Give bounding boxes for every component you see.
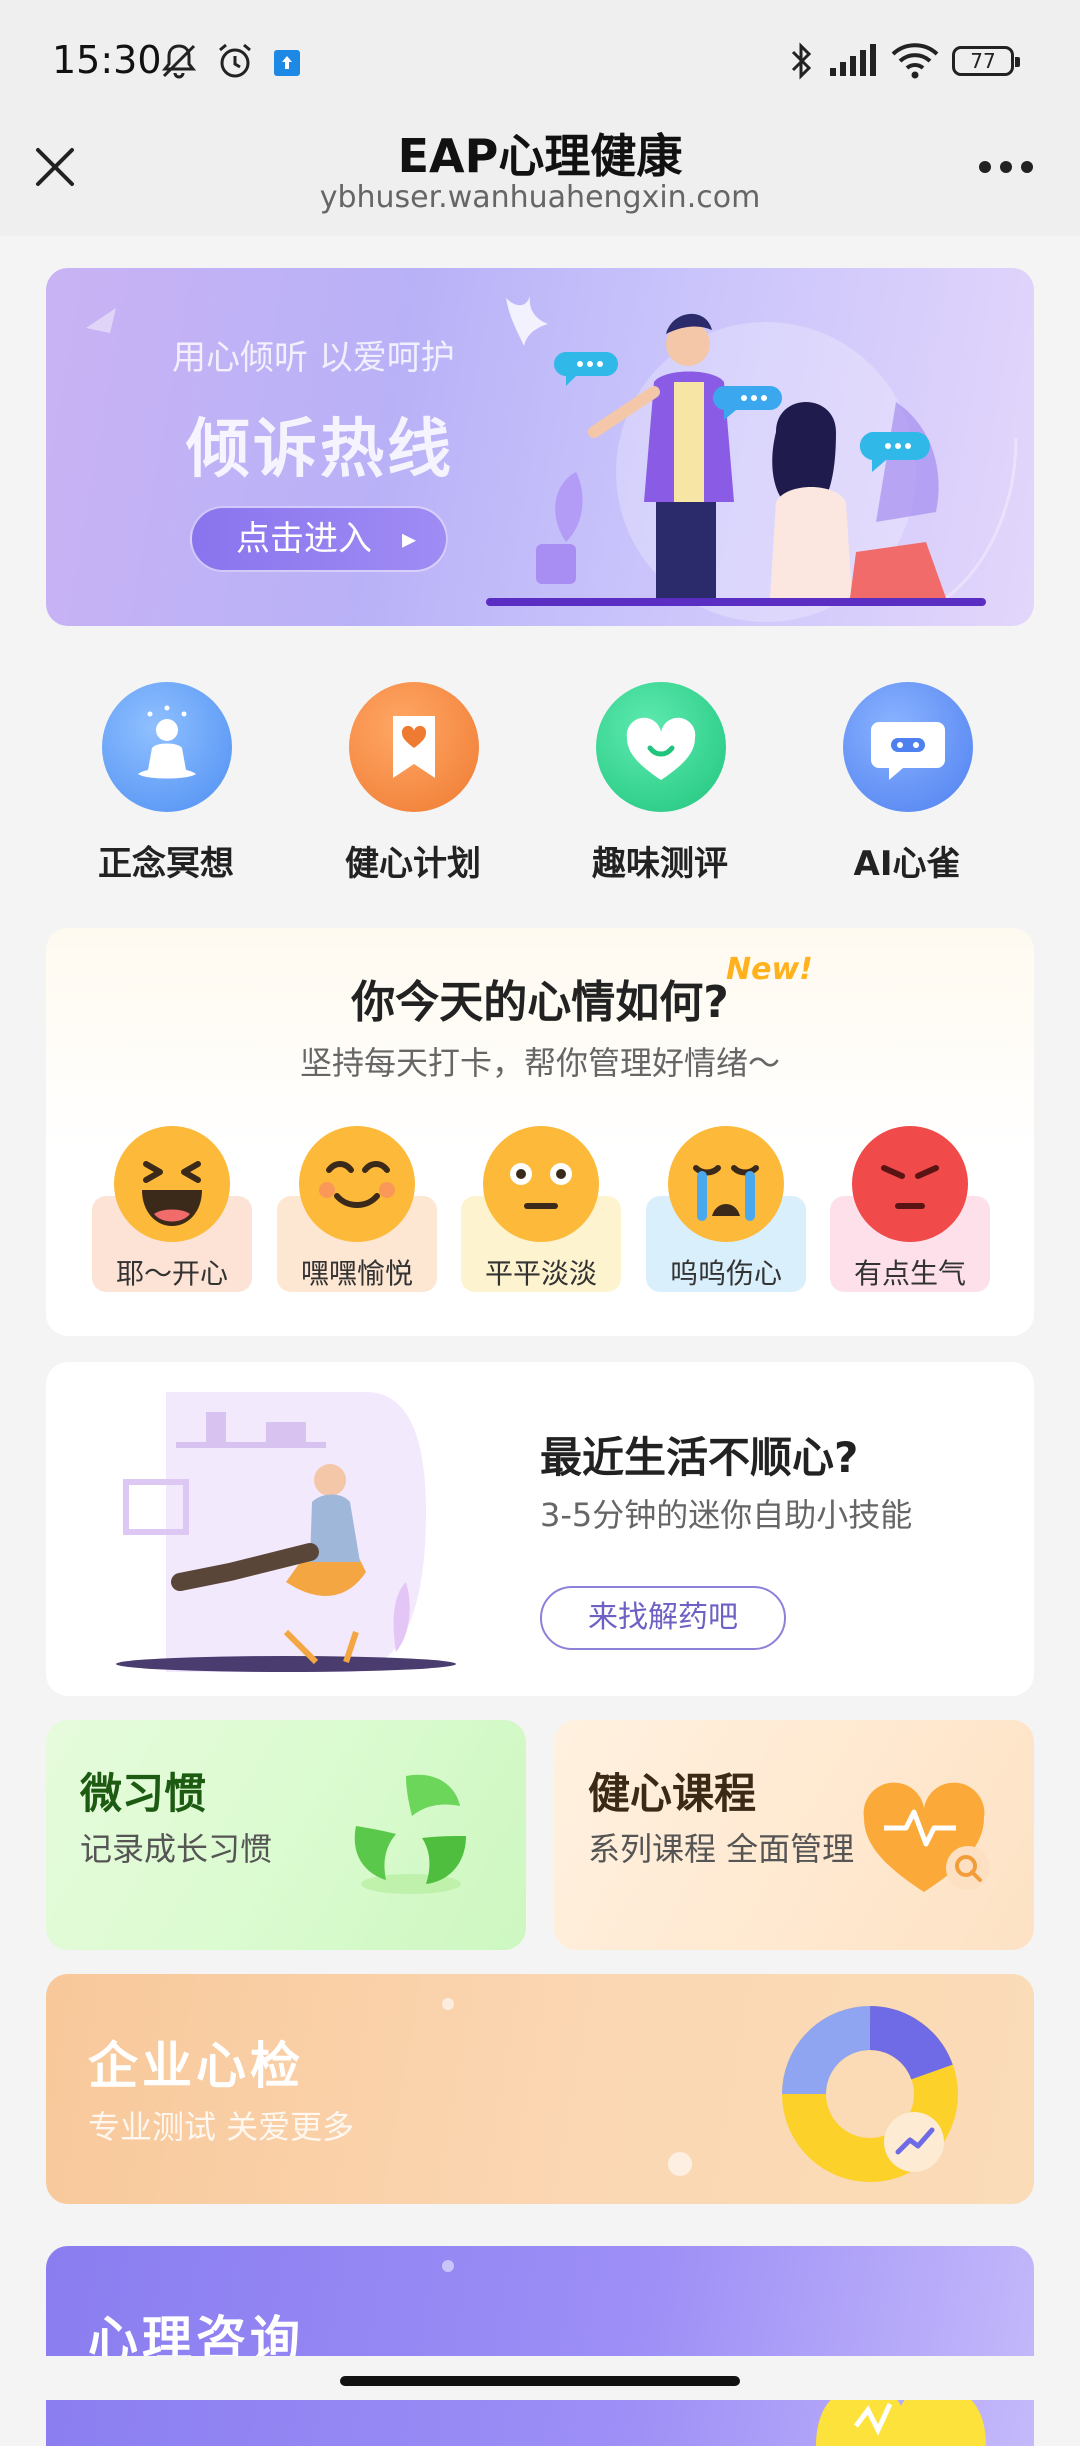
bluetooth-icon	[791, 42, 812, 80]
alarm-icon	[219, 43, 251, 78]
entry-assessment-label: 趣味测评	[592, 844, 728, 884]
angry-face-icon	[852, 1126, 968, 1242]
relaxing-person-illustration	[116, 1392, 456, 1672]
hotline-illustration	[486, 313, 986, 622]
enterprise-check-card[interactable]: 企业心检 专业测试 关爱更多	[46, 1974, 1034, 2204]
smiling-face-icon	[299, 1126, 415, 1242]
entry-plan-label: 健心计划	[345, 844, 481, 884]
counseling-card[interactable]: 心理咨询	[46, 2246, 1034, 2446]
home-indicator[interactable]	[340, 2376, 740, 2386]
laughing-face-icon	[114, 1126, 230, 1242]
mood-option-sad[interactable]: 呜呜伤心	[646, 1124, 806, 1314]
habit-subtitle: 记录成长习惯	[80, 1830, 273, 1868]
course-subtitle: 系列课程 全面管理	[588, 1830, 855, 1868]
entry-assessment[interactable]: 趣味测评	[560, 672, 760, 892]
banner-title: 倾诉热线	[186, 413, 454, 487]
bookmark-heart-icon	[349, 682, 479, 812]
more-icon[interactable]	[978, 160, 1034, 174]
entry-ai-label: AI心雀	[853, 844, 961, 884]
entry-meditation-label: 正念冥想	[98, 844, 234, 884]
entry-meditation[interactable]: 正念冥想	[66, 672, 266, 892]
mood-option-label: 嘿嘿愉悦	[300, 1257, 413, 1290]
nav-header: EAP心理健康 ybhuser.wanhuahengxin.com	[0, 120, 1080, 236]
status-time: 15:30	[52, 38, 162, 82]
heart-pulse-icon	[863, 1782, 990, 1892]
enter-button[interactable]: 点击进入 ▸	[190, 506, 448, 572]
battery-icon: 77	[952, 46, 1020, 76]
mood-option-label: 呜呜伤心	[669, 1257, 782, 1290]
mood-option-neutral[interactable]: 平平淡淡	[461, 1124, 621, 1314]
mood-option-angry[interactable]: 有点生气	[830, 1124, 990, 1314]
habit-card[interactable]: 微习惯 记录成长习惯	[46, 1720, 526, 1950]
banner-subtitle: 用心倾听 以爱呵护	[172, 338, 455, 378]
page-title: EAP心理健康	[397, 129, 683, 183]
chat-bot-icon	[843, 682, 973, 812]
self-help-title: 最近生活不顺心?	[540, 1433, 859, 1482]
enter-button-label: 点击进入	[236, 519, 372, 559]
status-bar: 15:30 77	[0, 0, 1080, 120]
course-title: 健心课程	[588, 1769, 757, 1818]
donut-chart-icon	[782, 2006, 958, 2182]
quick-entries: 正念冥想 健心计划 趣味测评 AI心雀	[46, 672, 1034, 892]
mute-icon	[161, 44, 197, 79]
hotline-banner[interactable]: 用心倾听 以爱呵护 倾诉热线 点击进入 ▸	[46, 268, 1034, 626]
mood-option-pleased[interactable]: 嘿嘿愉悦	[277, 1124, 437, 1314]
mood-option-label: 耶～开心	[115, 1257, 228, 1290]
mood-option-label: 有点生气	[853, 1257, 966, 1290]
page-url: ybhuser.wanhuahengxin.com	[319, 180, 761, 215]
neutral-face-icon	[483, 1126, 599, 1242]
chevron-right-icon: ▸	[401, 522, 416, 555]
self-help-card[interactable]: 最近生活不顺心? 3-5分钟的迷你自助小技能 来找解药吧	[46, 1362, 1034, 1696]
find-remedy-button[interactable]: 来找解药吧	[540, 1586, 786, 1650]
new-badge: New!	[726, 952, 813, 987]
mood-option-happy[interactable]: 耶～开心	[92, 1124, 252, 1314]
entry-ai[interactable]: AI心雀	[807, 672, 1007, 892]
mood-card: 你今天的心情如何? New! 坚持每天打卡，帮你管理好情绪～ 耶～开心 嘿嘿愉悦	[46, 928, 1034, 1336]
heart-icon	[596, 682, 726, 812]
self-help-subtitle: 3-5分钟的迷你自助小技能	[540, 1496, 913, 1534]
notification-icon	[274, 50, 300, 76]
wifi-icon	[891, 43, 939, 79]
mood-option-label: 平平淡淡	[484, 1257, 597, 1290]
course-card[interactable]: 健心课程 系列课程 全面管理	[554, 1720, 1034, 1950]
signal-icon	[830, 44, 876, 76]
mood-title: 你今天的心情如何?	[351, 977, 729, 1028]
entry-plan[interactable]: 健心计划	[313, 672, 513, 892]
mood-subtitle: 坚持每天打卡，帮你管理好情绪～	[299, 1044, 780, 1082]
recycle-leaf-icon	[354, 1774, 466, 1894]
crying-face-icon	[668, 1126, 784, 1242]
meditation-icon	[102, 682, 232, 812]
habit-title: 微习惯	[80, 1769, 207, 1818]
